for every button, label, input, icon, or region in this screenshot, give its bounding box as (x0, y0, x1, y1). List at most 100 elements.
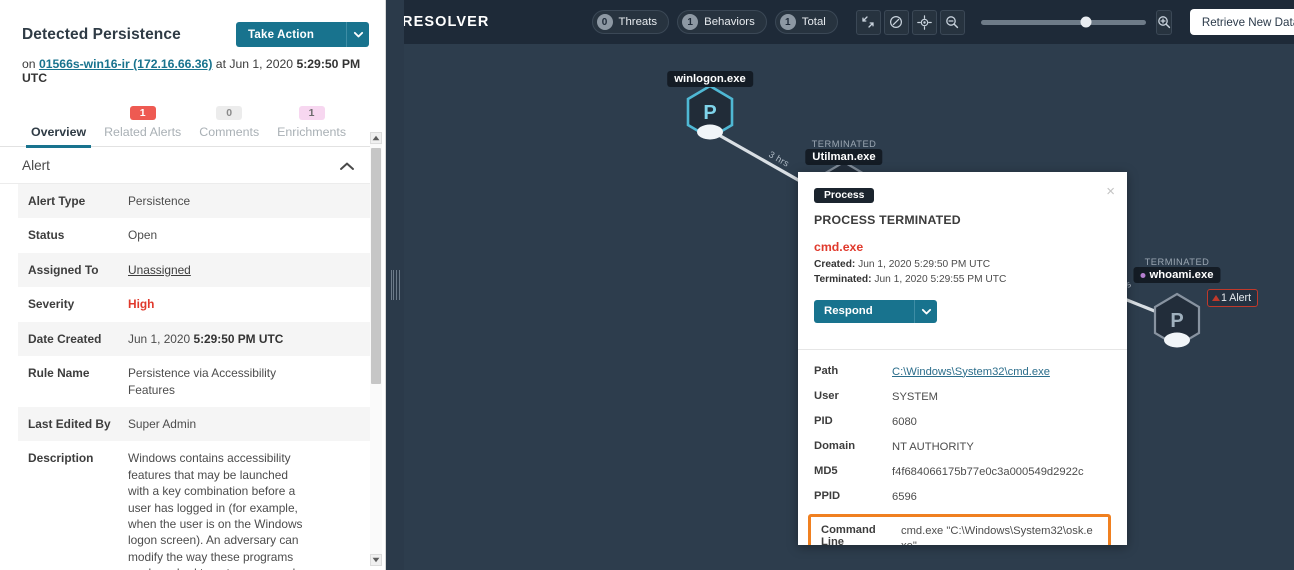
scroll-up-button[interactable] (370, 132, 382, 144)
behaviors-pill[interactable]: 1 Behaviors (677, 10, 767, 34)
row-key: Date Created (28, 331, 102, 346)
close-icon[interactable]: × (1106, 184, 1115, 199)
node-status-utilman: TERMINATED (811, 139, 877, 149)
alert-section-header[interactable]: Alert (0, 147, 371, 184)
threats-label: Threats (618, 16, 658, 28)
row-value: Super Admin (128, 416, 197, 431)
popup-terminated-value: Jun 1, 2020 5:29:55 PM UTC (871, 273, 1007, 285)
tab-related-alerts[interactable]: 1 Related Alerts (95, 103, 190, 146)
total-pill[interactable]: 1 Total (774, 10, 838, 34)
row-key: Alert Type (28, 194, 86, 208)
resolver-toolbar: RESOLVER 0 Threats 1 Behaviors 1 Total R… (386, 0, 1294, 44)
total-label: Total (801, 16, 826, 28)
host-date: Jun 1, 2020 (229, 57, 297, 71)
row-key: MD5 (814, 465, 838, 477)
total-count: 1 (779, 14, 796, 30)
zoom-in-icon (1157, 16, 1170, 29)
zoom-slider-group (980, 16, 1146, 28)
row-key: Severity (28, 297, 75, 312)
threats-pill[interactable]: 0 Threats (591, 10, 670, 34)
row-key: PPID (814, 490, 841, 503)
respond-button[interactable]: Respond (814, 299, 914, 323)
description-value: Windows contains accessibility features … (128, 451, 303, 570)
retrieve-new-data-button[interactable]: Retrieve New Data (1189, 9, 1294, 35)
node-label-whoami-text: whoami.exe (1149, 269, 1214, 281)
graph-tool-buttons (855, 9, 965, 35)
zoom-slider-knob[interactable] (1080, 16, 1092, 28)
tab-comments-badge: 0 (216, 106, 243, 120)
chevron-up-icon[interactable] (339, 161, 355, 171)
node-label-utilman[interactable]: Utilman.exe (805, 149, 883, 165)
scroll-down-button[interactable] (370, 554, 382, 566)
take-action-dropdown-toggle[interactable] (346, 22, 369, 47)
alert-host-line: on 01566s-win16-ir (172.16.66.36) at Jun… (0, 53, 385, 85)
tab-enrichments-badge: 1 (298, 106, 325, 120)
popup-properties-table: Path C:\Windows\System32\cmd.exe User SY… (798, 350, 1127, 545)
command-line-value: cmd.exe "C:\Windows\System32\osk.exe" (901, 525, 1093, 545)
popup-created-value: Jun 1, 2020 5:29:50 PM UTC (855, 259, 991, 270)
table-row: Rule Name Persistence via Accessibility … (18, 356, 371, 407)
table-row: Assigned To Unassigned (18, 252, 371, 288)
expand-arrows-button[interactable] (883, 9, 909, 35)
popup-terminated-key: Terminated: (814, 273, 872, 285)
take-action-button[interactable]: Take Action (236, 22, 346, 47)
svg-text:P: P (703, 102, 716, 124)
command-line-key: Command Line (821, 524, 876, 545)
tab-comments[interactable]: 0 Comments (190, 103, 268, 146)
popup-timestamps: Created: Jun 1, 2020 5:29:50 PM UTC Term… (814, 258, 1111, 288)
node-label-whoami[interactable]: whoami.exe (1133, 267, 1221, 283)
row-value: Jun 1, 2020 5:29:50 PM UTC (128, 331, 283, 347)
path-link[interactable]: C:\Windows\System32\cmd.exe (892, 365, 1050, 380)
table-row: PPID 6596 (814, 485, 1111, 510)
table-row: Date Created Jun 1, 2020 5:29:50 PM UTC (18, 321, 371, 357)
row-key: PID (814, 414, 833, 427)
table-row: MD5 f4f684066175b77e0c3a000549d2922c (814, 460, 1111, 485)
row-key: Domain (814, 439, 856, 452)
scrollbar-thumb[interactable] (371, 148, 381, 384)
chevron-down-icon (921, 308, 931, 314)
row-value: Open (128, 228, 158, 243)
row-key: Path (814, 364, 839, 377)
whoami-marker-dot (1140, 272, 1146, 278)
tab-overview-label: Overview (31, 125, 87, 139)
zoom-in-button[interactable] (1155, 9, 1172, 35)
node-whoami[interactable]: P (1153, 292, 1201, 348)
respond-dropdown-toggle[interactable] (914, 299, 937, 323)
zoom-slider[interactable] (980, 16, 1146, 28)
row-key: Rule Name (28, 366, 90, 381)
recenter-target-icon (917, 14, 932, 30)
table-row: Alert Type Persistence (18, 184, 371, 219)
row-value: NT AUTHORITY (892, 440, 974, 453)
assigned-to-link[interactable]: Unassigned (128, 262, 191, 278)
svg-text:P: P (1170, 310, 1183, 332)
tab-enrichments[interactable]: 1 Enrichments (268, 103, 355, 146)
collapse-arrows-button[interactable] (855, 9, 881, 35)
tab-enrichments-label: Enrichments (277, 125, 347, 139)
stat-pill-group: 0 Threats 1 Behaviors 1 Total (591, 10, 838, 34)
popup-created-key: Created: (814, 259, 856, 270)
table-row: Domain NT AUTHORITY (814, 435, 1111, 460)
node-label-winlogon[interactable]: winlogon.exe (667, 71, 753, 87)
zoom-out-icon (946, 16, 959, 29)
zoom-out-button[interactable] (939, 9, 965, 35)
node-status-whoami: TERMINATED (1144, 257, 1210, 267)
row-value: Persistence via Accessibility Features (128, 366, 277, 397)
behaviors-count: 1 (682, 14, 699, 30)
caret-down-icon (372, 557, 380, 563)
popup-terminated-line: Terminated: Jun 1, 2020 5:29:55 PM UTC (814, 273, 1111, 288)
severity-value: High (128, 297, 155, 312)
table-row: Description Windows contains accessibili… (18, 441, 371, 570)
status-badge[interactable]: 1 Alert (1207, 289, 1259, 307)
host-prefix: on (22, 57, 39, 71)
caret-up-icon (372, 135, 380, 141)
alert-section-title: Alert (22, 158, 50, 173)
host-link[interactable]: 01566s-win16-ir (172.16.66.36) (39, 57, 212, 71)
date-created-time: 5:29:50 PM UTC (193, 331, 284, 346)
panel-splitter-handle[interactable] (386, 0, 404, 570)
recenter-target-button[interactable] (911, 9, 937, 35)
node-winlogon[interactable]: P (686, 84, 734, 140)
tab-overview[interactable]: Overview (22, 125, 95, 148)
row-value: 6080 (892, 415, 917, 428)
panel-scrollbar[interactable] (370, 132, 382, 566)
tab-related-alerts-label: Related Alerts (104, 125, 182, 139)
